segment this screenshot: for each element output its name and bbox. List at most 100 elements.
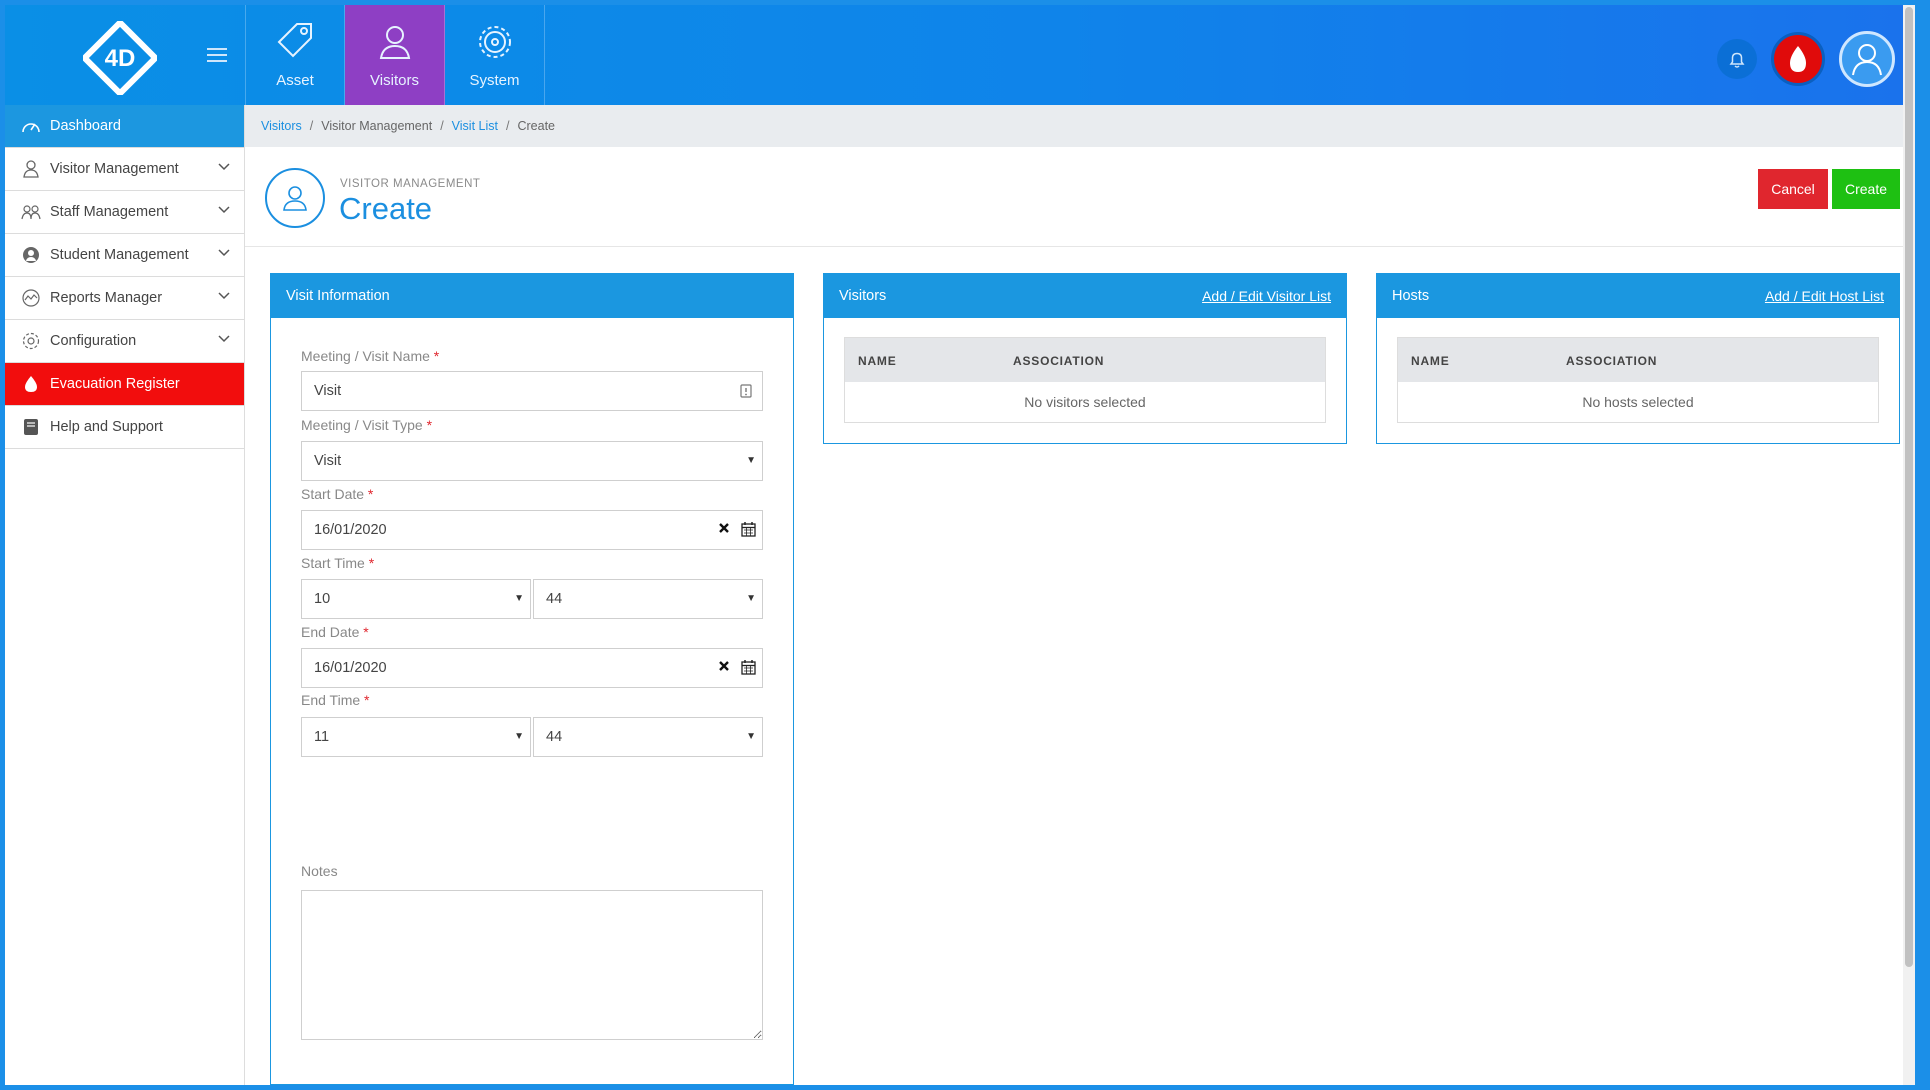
page-title: Create: [339, 191, 433, 226]
end-date-label: End Date *: [301, 624, 369, 640]
user-circle-icon: [21, 245, 41, 265]
end-time-label: End Time *: [301, 692, 370, 708]
column-header-association[interactable]: ASSOCIATION: [1566, 354, 1657, 368]
logo-text: 4D: [105, 45, 136, 72]
notifications-button[interactable]: [1717, 39, 1757, 79]
cancel-button[interactable]: Cancel: [1758, 169, 1828, 209]
caret-down-icon: ▼: [514, 731, 524, 742]
menu-toggle-icon[interactable]: [207, 48, 227, 64]
sidebar-item-label: Student Management: [50, 247, 189, 263]
sidebar-item-dashboard[interactable]: Dashboard: [5, 105, 244, 148]
notes-label: Notes: [301, 863, 338, 879]
sidebar-item-label: Configuration: [50, 333, 137, 349]
start-date-input[interactable]: 16/01/2020: [301, 510, 763, 550]
start-minute-select[interactable]: 44 ▼: [533, 579, 763, 619]
main-content: Visitors / Visitor Management / Visit Li…: [245, 105, 1915, 1085]
breadcrumb-item-visitor-management: Visitor Management: [321, 119, 433, 133]
tab-system-label: System: [469, 72, 520, 89]
top-bar: 4D Asset Visitors System: [5, 5, 1915, 105]
sidebar-item-reports-manager[interactable]: Reports Manager: [5, 277, 244, 320]
page-scrollbar[interactable]: [1903, 5, 1915, 1085]
sidebar-item-label: Help and Support: [50, 419, 163, 435]
chevron-down-icon: [218, 249, 230, 257]
visit-type-select[interactable]: Visit ▼: [301, 441, 763, 481]
start-hour-value: 10: [314, 591, 331, 607]
notes-textarea[interactable]: [301, 890, 763, 1040]
sidebar-item-label: Dashboard: [50, 118, 121, 134]
breadcrumb-link-visitors[interactable]: Visitors: [261, 119, 302, 133]
panel-title: Hosts: [1392, 288, 1430, 304]
column-header-name[interactable]: NAME: [858, 354, 897, 368]
sidebar-item-help-and-support[interactable]: Help and Support: [5, 406, 244, 449]
sidebar: Dashboard Visitor Management Staff Manag…: [5, 105, 245, 1085]
start-time-label: Start Time *: [301, 555, 375, 571]
flame-icon: [21, 374, 41, 394]
breadcrumb: Visitors / Visitor Management / Visit Li…: [245, 105, 1915, 147]
clear-start-date-icon[interactable]: [718, 522, 730, 534]
sidebar-item-visitor-management[interactable]: Visitor Management: [5, 148, 244, 191]
start-hour-select[interactable]: 10 ▼: [301, 579, 531, 619]
person-icon: [379, 26, 410, 59]
sidebar-item-label: Reports Manager: [50, 290, 163, 306]
visitor-header-icon: [265, 168, 325, 228]
panel-header: Visit Information: [271, 274, 793, 318]
caret-down-icon: ▼: [746, 455, 756, 466]
speedometer-icon: [21, 116, 41, 136]
chevron-down-icon: [218, 206, 230, 214]
visitors-panel: Visitors Add / Edit Visitor List NAME AS…: [823, 273, 1347, 444]
evacuation-alert-button[interactable]: [1771, 32, 1825, 86]
visit-name-label: Meeting / Visit Name *: [301, 348, 440, 364]
tab-asset-label: Asset: [276, 72, 314, 89]
column-header-association[interactable]: ASSOCIATION: [1013, 354, 1104, 368]
panel-header: Hosts Add / Edit Host List: [1377, 274, 1899, 318]
flame-icon: [1790, 46, 1806, 72]
edit-visitor-list-link[interactable]: Add / Edit Visitor List: [1202, 288, 1331, 304]
sidebar-item-evacuation-register[interactable]: Evacuation Register: [5, 363, 244, 406]
edit-host-list-link[interactable]: Add / Edit Host List: [1765, 288, 1884, 304]
breadcrumb-item-current: Create: [517, 119, 556, 133]
sidebar-item-label: Staff Management: [50, 204, 169, 220]
create-button[interactable]: Create: [1832, 169, 1900, 209]
panel-title: Visit Information: [286, 288, 390, 304]
group-icon: [21, 202, 41, 222]
page-subtitle: VISITOR MANAGEMENT: [340, 178, 481, 190]
end-hour-value: 11: [314, 729, 330, 745]
user-avatar[interactable]: [1839, 31, 1895, 87]
panel-header: Visitors Add / Edit Visitor List: [824, 274, 1346, 318]
tab-visitors[interactable]: Visitors: [345, 5, 445, 105]
end-date-input[interactable]: 16/01/2020: [301, 648, 763, 688]
sidebar-item-label: Evacuation Register: [50, 376, 180, 392]
sidebar-item-configuration[interactable]: Configuration: [5, 320, 244, 363]
bell-icon: [1729, 52, 1745, 68]
start-date-label: Start Date *: [301, 486, 374, 502]
breadcrumb-link-visit-list[interactable]: Visit List: [452, 119, 498, 133]
tab-system[interactable]: System: [445, 5, 545, 105]
visit-name-input[interactable]: Visit: [301, 371, 763, 411]
end-minute-select[interactable]: 44 ▼: [533, 717, 763, 757]
visit-name-value: Visit: [314, 383, 342, 399]
empty-state-message: No visitors selected: [1024, 394, 1146, 410]
cog-icon: [478, 26, 511, 58]
clear-end-date-icon[interactable]: [718, 660, 730, 672]
scrollbar-thumb[interactable]: [1905, 7, 1913, 967]
column-header-name[interactable]: NAME: [1411, 354, 1450, 368]
start-minute-value: 44: [546, 591, 563, 607]
visit-information-panel: Visit Information Meeting / Visit Name *…: [270, 273, 794, 1085]
app-logo[interactable]: 4D: [80, 18, 160, 98]
sidebar-item-staff-management[interactable]: Staff Management: [5, 191, 244, 234]
calendar-icon[interactable]: [741, 659, 756, 675]
visit-type-label: Meeting / Visit Type *: [301, 417, 433, 433]
end-hour-select[interactable]: 11 ▼: [301, 717, 531, 757]
caret-down-icon: ▼: [514, 593, 524, 604]
chevron-down-icon: [218, 292, 230, 300]
calendar-icon[interactable]: [741, 521, 756, 537]
tab-asset[interactable]: Asset: [245, 5, 345, 105]
hosts-panel: Hosts Add / Edit Host List NAME ASSOCIAT…: [1376, 273, 1900, 444]
sidebar-item-student-management[interactable]: Student Management: [5, 234, 244, 277]
visitors-table: NAME ASSOCIATION No visitors selected: [844, 337, 1326, 423]
tab-visitors-label: Visitors: [370, 72, 419, 89]
book-icon: [21, 417, 41, 437]
tag-icon: [277, 23, 312, 58]
end-date-value: 16/01/2020: [314, 660, 387, 676]
page-header: VISITOR MANAGEMENT Create Cancel Create: [245, 147, 1915, 247]
